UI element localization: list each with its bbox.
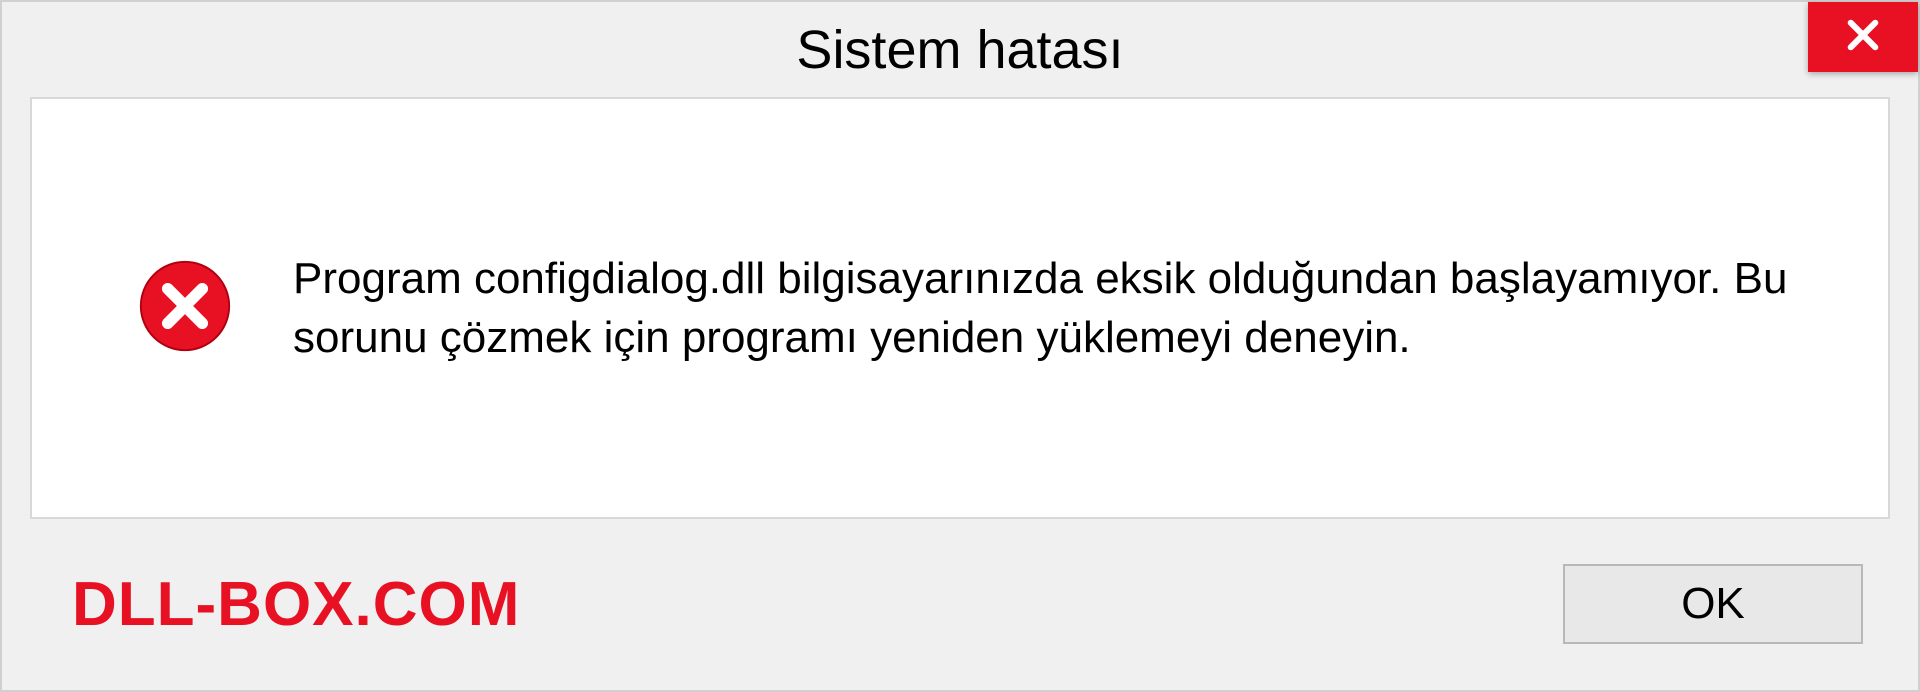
dialog-footer: DLL-BOX.COM OK <box>2 519 1918 689</box>
dialog-title: Sistem hatası <box>796 19 1123 81</box>
close-button[interactable] <box>1808 2 1918 72</box>
ok-button[interactable]: OK <box>1563 564 1863 644</box>
error-dialog: Sistem hatası Program configdialog.dll b… <box>0 0 1920 692</box>
watermark-text: DLL-BOX.COM <box>72 569 520 640</box>
ok-button-label: OK <box>1681 579 1745 629</box>
titlebar: Sistem hatası <box>2 2 1918 97</box>
content-panel: Program configdialog.dll bilgisayarınızd… <box>30 97 1890 519</box>
close-icon <box>1842 14 1884 61</box>
error-icon <box>137 258 233 359</box>
error-message: Program configdialog.dll bilgisayarınızd… <box>293 249 1828 368</box>
